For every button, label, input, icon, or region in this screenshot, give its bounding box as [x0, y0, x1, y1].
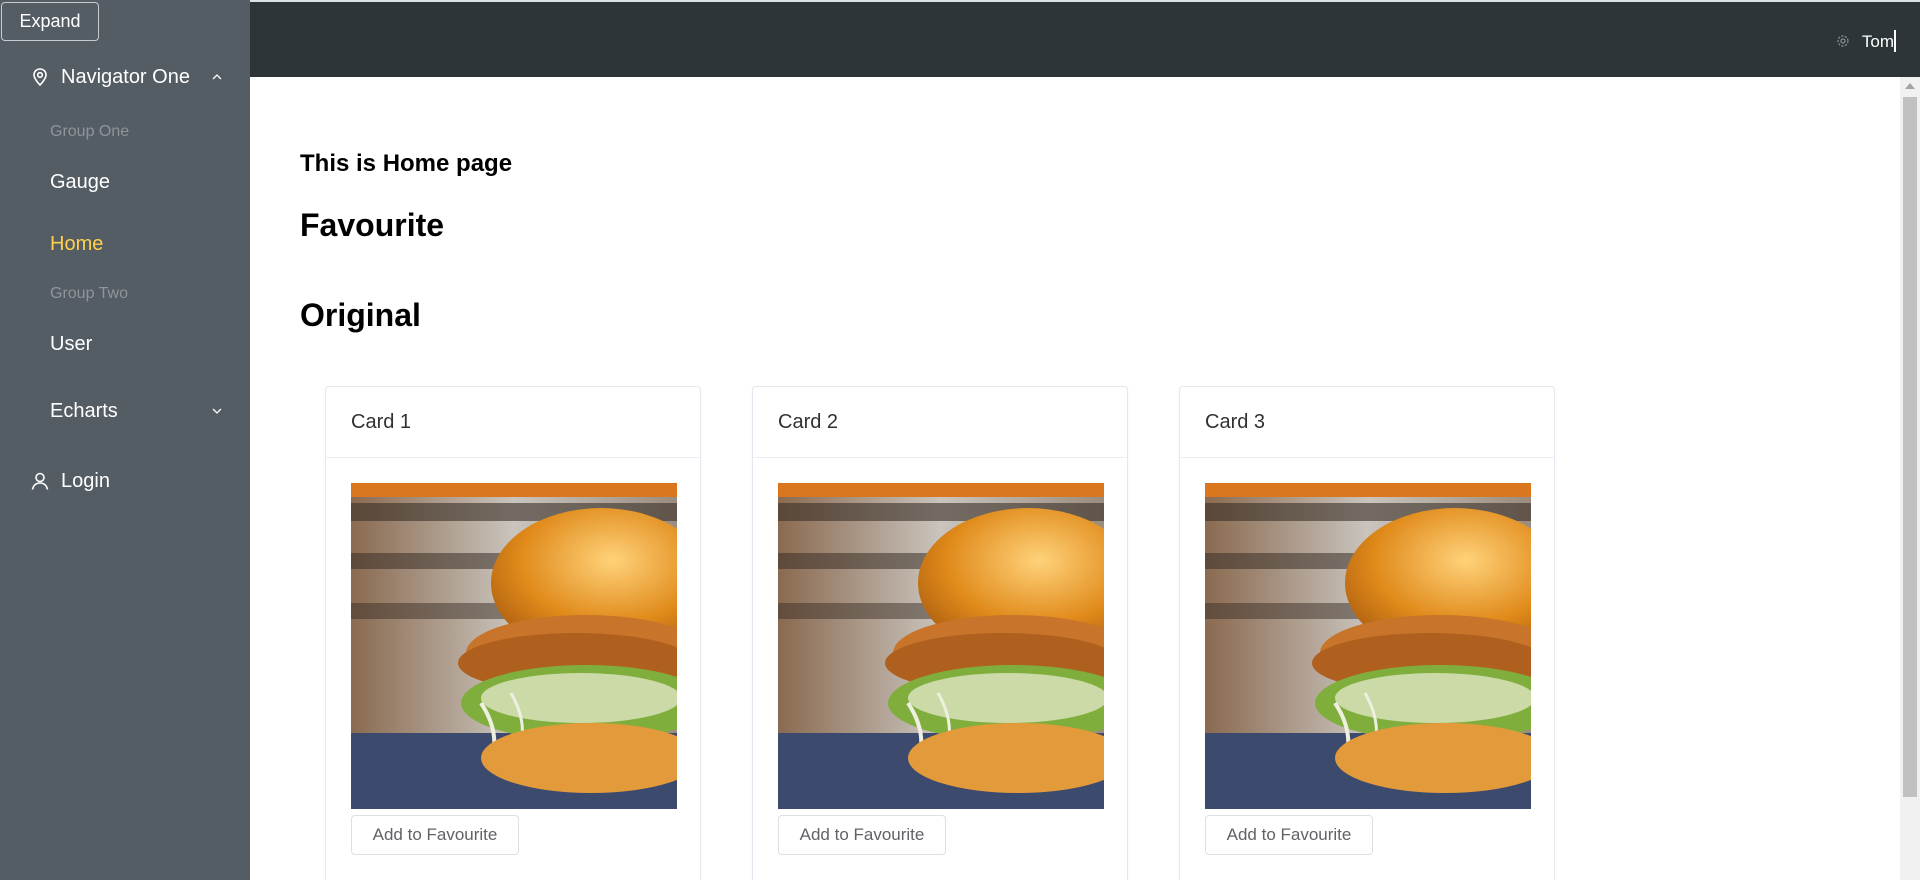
sidebar-item-login[interactable]: Login [0, 466, 250, 496]
chicken-burger-image [351, 483, 677, 809]
username[interactable]: Tom [1862, 32, 1894, 52]
favourite-heading: Favourite [300, 207, 445, 243]
product-card: Card 1 Add to Favourite [325, 386, 701, 880]
submenu-navigator-one[interactable]: Navigator One [0, 62, 250, 92]
product-card: Card 2 Add to Favourite [752, 386, 1128, 880]
product-card: Card 3 Add to Favourite [1179, 386, 1555, 880]
chicken-burger-image [1205, 483, 1531, 809]
sidebar-item-home[interactable]: Home [50, 233, 103, 256]
sidebar-item-user[interactable]: User [50, 333, 92, 356]
chevron-up-icon [209, 69, 225, 85]
add-to-favourite-button[interactable]: Add to Favourite [1205, 815, 1373, 855]
vertical-scrollbar[interactable] [1900, 77, 1920, 880]
chicken-burger-image [778, 483, 1104, 809]
sidebar: Expand Navigator One Group One Gauge Hom… [0, 0, 250, 880]
text-cursor [1894, 30, 1896, 52]
group-title-two: Group Two [50, 285, 128, 302]
scroll-up-arrow-icon[interactable] [1905, 83, 1915, 89]
submenu-navigator-one-label: Navigator One [61, 65, 190, 88]
add-to-favourite-button[interactable]: Add to Favourite [778, 815, 946, 855]
main-content: This is Home page Favourite Original Car… [250, 77, 1900, 880]
page-title: This is Home page [300, 150, 513, 177]
sidebar-item-gauge[interactable]: Gauge [50, 171, 110, 194]
card-title: Card 2 [753, 387, 1127, 458]
submenu-echarts-label: Echarts [50, 399, 118, 422]
expand-button[interactable]: Expand [1, 2, 99, 41]
submenu-echarts[interactable]: Echarts [0, 396, 250, 426]
sidebar-item-login-label: Login [61, 469, 110, 492]
add-to-favourite-button[interactable]: Add to Favourite [351, 815, 519, 855]
location-pin-icon [28, 65, 52, 89]
user-icon [28, 469, 52, 493]
card-title: Card 1 [326, 387, 700, 458]
chevron-down-icon [209, 403, 225, 419]
scrollbar-thumb[interactable] [1903, 97, 1917, 797]
top-header: Tom [250, 0, 1920, 77]
gear-icon[interactable] [1835, 33, 1851, 49]
original-heading: Original [300, 297, 421, 333]
group-title-one: Group One [50, 123, 130, 140]
card-title: Card 3 [1180, 387, 1554, 458]
